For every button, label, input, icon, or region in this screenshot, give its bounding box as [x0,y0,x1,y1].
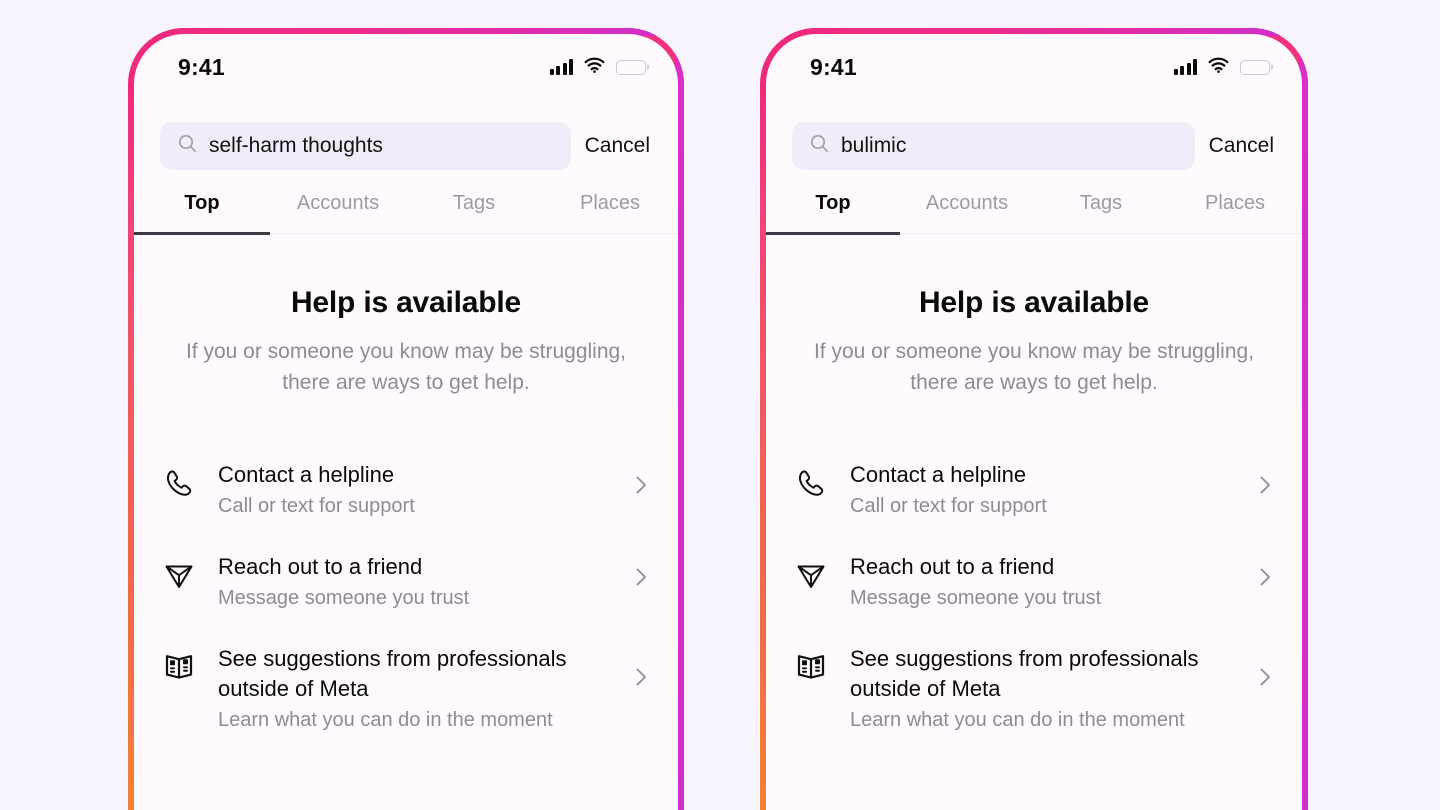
cellular-signal-icon [1173,59,1197,75]
phone-mockup-left: 9:41 self-harm thoughts Cancel Top Accou… [128,28,684,810]
search-input[interactable]: bulimic [792,122,1195,170]
list-item-text: Contact a helpline Call or text for supp… [850,460,1232,520]
search-row: bulimic Cancel [792,100,1276,170]
open-book-icon [162,650,196,684]
search-input[interactable]: self-harm thoughts [160,122,571,170]
phone-handset-icon [794,466,828,500]
chevron-right-icon [1254,474,1276,496]
cellular-signal-icon [549,59,573,75]
chevron-right-icon [630,666,652,688]
cancel-button[interactable]: Cancel [585,134,652,158]
tab-top[interactable]: Top [766,192,900,235]
chevron-right-icon [630,474,652,496]
list-item-contact-helpline[interactable]: Contact a helpline Call or text for supp… [794,450,1276,542]
screenshot-stage: 9:41 self-harm thoughts Cancel Top Accou… [0,0,1440,810]
list-item-reach-out-friend[interactable]: Reach out to a friend Message someone yo… [794,542,1276,634]
list-item-subtitle: Call or text for support [218,495,415,517]
status-bar: 9:41 [134,34,678,100]
search-input-value: self-harm thoughts [209,134,383,157]
list-item-subtitle: Learn what you can do in the moment [850,709,1185,731]
tab-places[interactable]: Places [1168,192,1302,233]
list-item-title: Reach out to a friend [850,554,1055,579]
search-input-value: bulimic [841,134,907,157]
wifi-icon [1208,57,1229,78]
search-tabs: Top Accounts Tags Places [766,192,1302,235]
help-header: Help is available If you or someone you … [134,234,678,398]
phone-screen-right: 9:41 bulimic Cancel Top Accounts Tags Pl… [766,34,1302,810]
list-item-subtitle: Message someone you trust [218,587,470,609]
help-header: Help is available If you or someone you … [766,234,1302,398]
cancel-button[interactable]: Cancel [1209,134,1276,158]
paper-plane-icon [162,558,196,592]
search-icon [810,134,829,158]
list-item-text: See suggestions from professionals outsi… [218,644,608,734]
chevron-right-icon [630,566,652,588]
help-subtitle: If you or someone you know may be strugg… [813,340,1255,394]
help-options-list: Contact a helpline Call or text for supp… [766,450,1302,756]
list-item-contact-helpline[interactable]: Contact a helpline Call or text for supp… [162,450,652,542]
phone-handset-icon [162,466,196,500]
phone-mockup-right: 9:41 bulimic Cancel Top Accounts Tags Pl… [760,28,1308,810]
tab-accounts[interactable]: Accounts [900,192,1034,233]
list-item-text: Reach out to a friend Message someone yo… [218,552,608,612]
tab-tags[interactable]: Tags [406,192,542,233]
status-bar: 9:41 [766,34,1302,100]
status-bar-icons [549,57,646,78]
list-item-text: Contact a helpline Call or text for supp… [218,460,608,520]
list-item-subtitle: Message someone you trust [850,587,1102,609]
tab-top[interactable]: Top [134,192,270,235]
battery-icon [1240,59,1270,75]
search-tabs: Top Accounts Tags Places [134,192,678,235]
tab-tags[interactable]: Tags [1034,192,1168,233]
paper-plane-icon [794,558,828,592]
page-title: Help is available [290,286,522,319]
phone-screen-left: 9:41 self-harm thoughts Cancel Top Accou… [134,34,678,810]
tab-places[interactable]: Places [542,192,678,233]
list-item-title: Reach out to a friend [218,554,423,579]
chevron-right-icon [1254,566,1276,588]
help-subtitle: If you or someone you know may be strugg… [185,340,627,394]
list-item-text: Reach out to a friend Message someone yo… [850,552,1232,612]
tab-accounts[interactable]: Accounts [270,192,406,233]
list-item-title: Contact a helpline [218,462,395,487]
list-item-subtitle: Learn what you can do in the moment [218,709,553,731]
list-item-professional-suggestions[interactable]: See suggestions from professionals outsi… [162,634,652,756]
list-item-title: See suggestions from professionals outsi… [850,646,1199,701]
wifi-icon [584,57,605,78]
list-item-professional-suggestions[interactable]: See suggestions from professionals outsi… [794,634,1276,756]
status-bar-icons [1173,57,1270,78]
list-item-text: See suggestions from professionals outsi… [850,644,1232,734]
status-bar-time: 9:41 [178,53,225,80]
help-options-list: Contact a helpline Call or text for supp… [134,450,678,756]
battery-icon [616,59,646,75]
chevron-right-icon [1254,666,1276,688]
list-item-title: See suggestions from professionals outsi… [218,646,567,701]
list-item-reach-out-friend[interactable]: Reach out to a friend Message someone yo… [162,542,652,634]
search-icon [178,134,197,158]
page-title: Help is available [918,286,1150,319]
status-bar-time: 9:41 [810,53,857,80]
list-item-title: Contact a helpline [850,462,1027,487]
list-item-subtitle: Call or text for support [850,495,1047,517]
open-book-icon [794,650,828,684]
search-row: self-harm thoughts Cancel [160,100,652,170]
